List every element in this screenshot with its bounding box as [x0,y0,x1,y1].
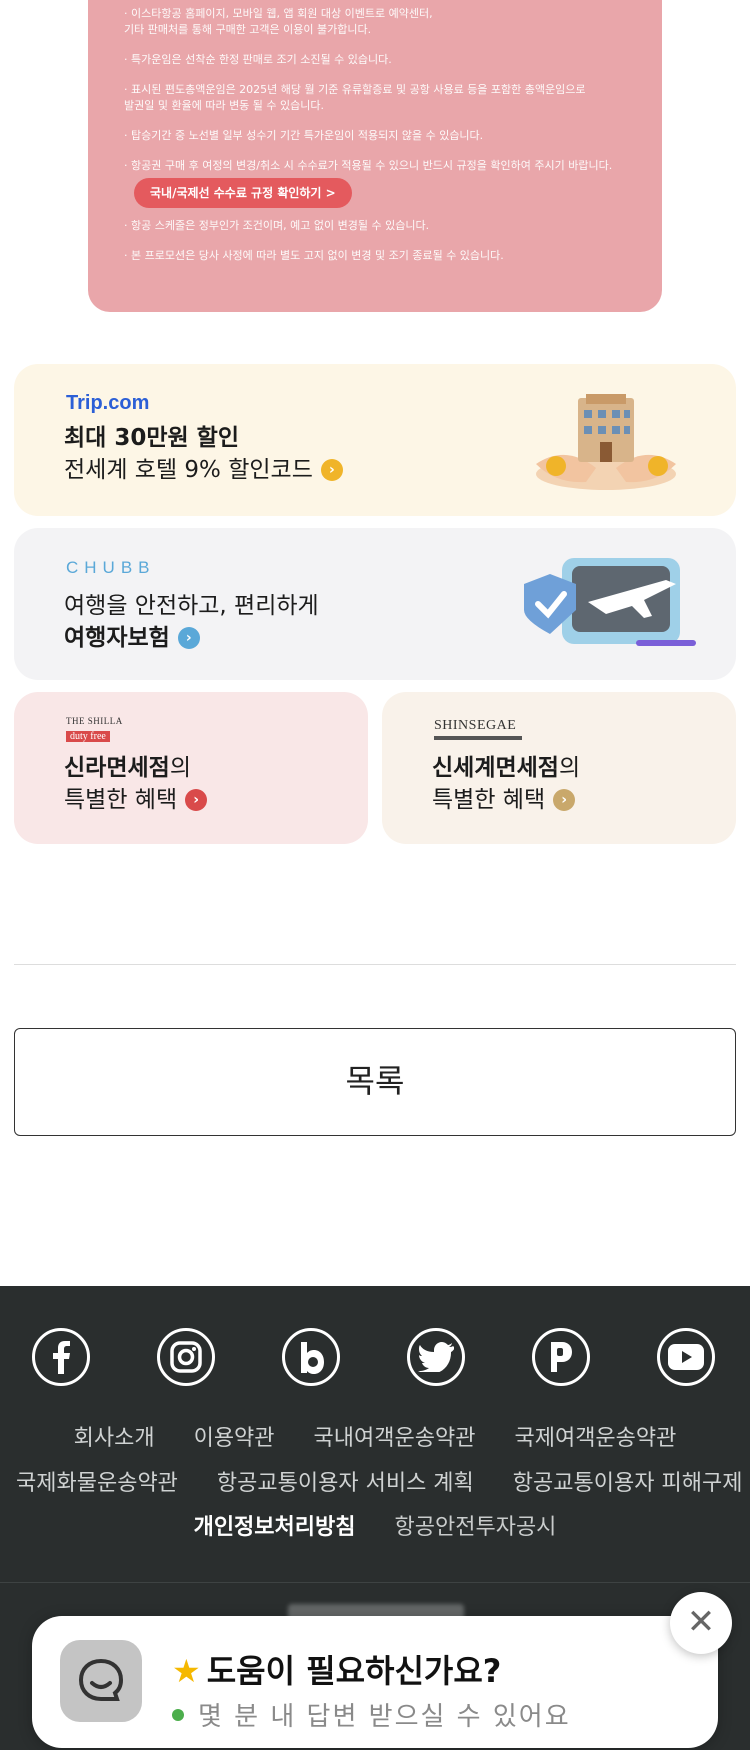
twitter-icon[interactable] [407,1328,465,1386]
insured-suitcase-icon [524,558,696,646]
close-icon[interactable]: ✕ [670,1592,732,1654]
shinsegae-logo: SHINSEGAE [434,718,522,740]
notice-line: · 이스타항공 홈페이지, 모바일 웹, 앱 회원 대상 이벤트로 예약센터, [124,7,433,20]
online-status-dot [172,1709,184,1721]
youtube-icon[interactable] [657,1328,715,1386]
trip-subline: 전세계 호텔 9% 할인코드 › [64,454,343,486]
shilla-headline: 신라면세점의 [64,755,191,781]
chevron-right-icon: › [320,459,343,481]
footer-link-company[interactable]: 회사소개 [74,1426,155,1451]
content-divider [14,964,736,965]
chat-bubble-icon [78,1658,124,1701]
shilla-subline: 특별한 혜택 › [64,784,208,816]
footer-link-intl-carriage[interactable]: 국제여객운송약관 [514,1426,676,1451]
chatbot-avatar [60,1640,142,1722]
trip-logo: Trip.com [66,392,150,414]
chat-title: ★ 도움이 필요하신가요? [172,1652,502,1690]
chevron-right-icon: › [185,789,208,811]
notice-line: · 표시된 편도총액운임은 2025년 해당 월 기준 유류할증료 및 공항 사… [124,83,586,96]
shinsegae-promo-card[interactable]: SHINSEGAE 신세계면세점의 특별한 혜택 › [382,692,736,844]
footer-links-row: 개인정보처리방침 항공안전투자공시 [0,1513,750,1543]
chubb-promo-card[interactable]: CHUBB 여행을 안전하고, 편리하게 여행자보험 › [14,528,736,680]
shinsegae-headline: 신세계면세점의 [432,755,581,781]
footer-link-service-plan[interactable]: 항공교통이용자 서비스 계획 [217,1471,474,1496]
footer-link-damage-relief[interactable]: 항공교통이용자 피해구제 [513,1471,743,1496]
footer-link-privacy[interactable]: 개인정보처리방침 [194,1515,356,1540]
notice-line: 기타 판매처를 통해 구매한 고객은 이용이 불가합니다. [124,23,372,36]
chubb-headline: 여행을 안전하고, 편리하게 [64,593,319,619]
blog-icon[interactable] [282,1328,340,1386]
shilla-logo: THE SHILLA duty free [66,716,123,742]
footer-divider [0,1582,750,1583]
instagram-icon[interactable] [157,1328,215,1386]
post-icon[interactable] [532,1328,590,1386]
trip-headline: 최대 30만원 할인 [64,425,239,451]
footer-link-cargo[interactable]: 국제화물운송약관 [16,1471,178,1496]
chat-subtitle: 몇 분 내 답변 받으실 수 있어요 [172,1696,571,1733]
help-chat-widget[interactable]: ★ 도움이 필요하신가요? 몇 분 내 답변 받으실 수 있어요 [32,1616,718,1748]
list-button[interactable]: 목록 [14,1028,736,1136]
hotel-in-hands-icon [536,394,676,490]
notice-line: · 탑승기간 중 노선별 일부 성수기 기간 특가운임이 적용되지 않을 수 있… [124,129,484,142]
notice-line: 발권일 및 환율에 따라 변동 될 수 있습니다. [124,99,325,112]
chubb-logo: CHUBB [66,558,156,577]
footer-link-domestic-carriage[interactable]: 국내여객운송약관 [314,1426,476,1451]
chevron-right-icon: › [553,789,576,811]
star-icon: ★ [172,1652,201,1690]
notice-line: · 항공 스케줄은 정부인가 조건이며, 예고 없이 변경될 수 있습니다. [124,219,430,232]
notice-line: · 항공권 구매 후 여정의 변경/취소 시 수수료가 적용될 수 있으니 반드… [124,159,613,172]
fee-rules-button[interactable]: 국내/국제선 수수료 규정 확인하기 > [134,178,352,208]
footer-links-row: 국제화물운송약관 항공교통이용자 서비스 계획 항공교통이용자 피해구제 [0,1469,750,1499]
footer-links-row: 회사소개 이용약관 국내여객운송약관 국제여객운송약관 [0,1424,750,1454]
chubb-subline: 여행자보험 › [64,622,200,654]
facebook-icon[interactable] [32,1328,90,1386]
footer-link-safety-investment[interactable]: 항공안전투자공시 [395,1515,557,1540]
notice-line: · 본 프로모션은 당사 사정에 따라 별도 고지 없이 변경 및 조기 종료될… [124,249,504,262]
trip-promo-card[interactable]: Trip.com 최대 30만원 할인 전세계 호텔 9% 할인코드 › [14,364,736,516]
promotion-notice-card: · 이스타항공 홈페이지, 모바일 웹, 앱 회원 대상 이벤트로 예약센터, … [88,0,662,312]
shilla-promo-card[interactable]: THE SHILLA duty free 신라면세점의 특별한 혜택 › [14,692,368,844]
chevron-right-icon: › [177,627,200,649]
notice-line: · 특가운임은 선착순 한정 판매로 조기 소진될 수 있습니다. [124,53,392,66]
shinsegae-subline: 특별한 혜택 › [432,784,576,816]
footer-link-terms[interactable]: 이용약관 [194,1426,275,1451]
